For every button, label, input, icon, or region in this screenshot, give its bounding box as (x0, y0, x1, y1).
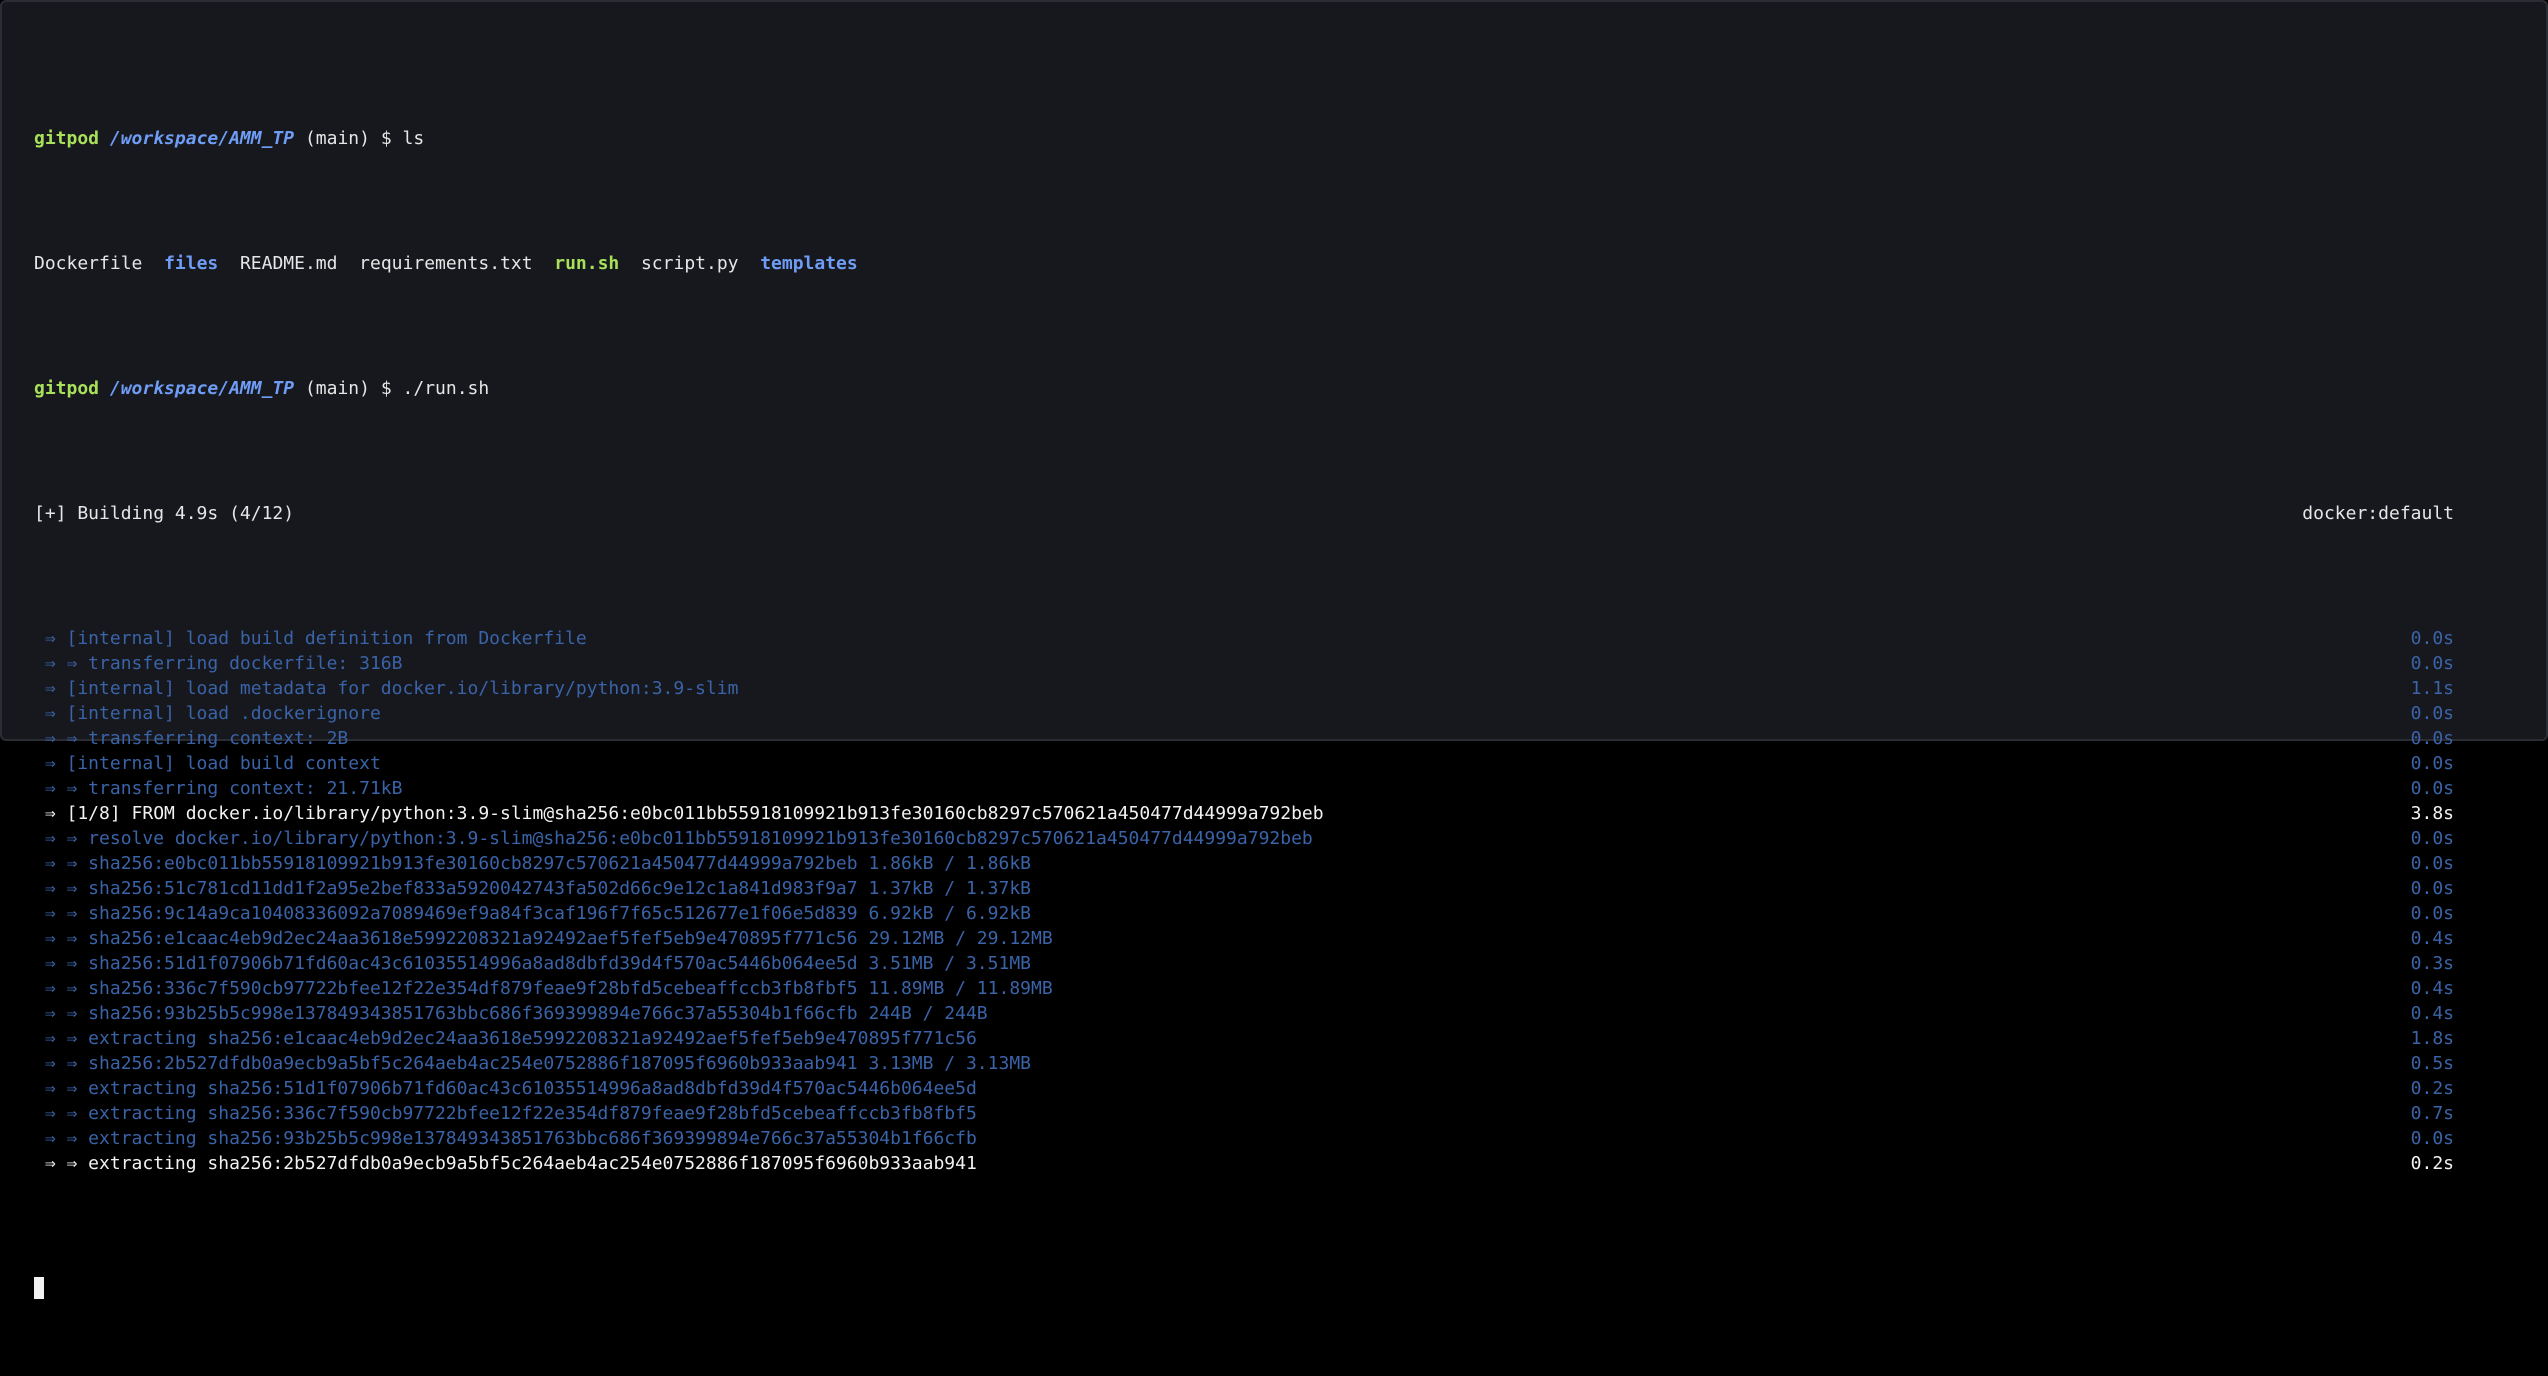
ls-entry: requirements.txt (359, 253, 533, 274)
prompt-symbol: $ (380, 378, 392, 399)
build-step-duration: 1.8s (2410, 1028, 2454, 1049)
build-header-line: [+] Building 4.9s (4/12) docker:default (34, 501, 2454, 526)
prompt-user: gitpod (34, 128, 100, 149)
ls-entry-dir: files (164, 253, 219, 274)
build-step-text: ⇒ ⇒ extracting sha256:e1caac4eb9d2ec24aa… (34, 1028, 977, 1049)
build-step-line: ⇒ ⇒ extracting sha256:2b527dfdb0a9ecb9a5… (34, 1151, 2454, 1176)
build-step-duration: 0.0s (2410, 753, 2454, 774)
ls-entry: README.md (239, 253, 338, 274)
build-step-line: ⇒ ⇒ transferring context: 2B 0.0s (34, 726, 2454, 751)
build-step-text: ⇒ ⇒ sha256:2b527dfdb0a9ecb9a5bf5c264aeb4… (34, 1053, 1031, 1074)
build-step-duration: 0.3s (2410, 953, 2454, 974)
build-step-duration: 0.2s (2410, 1078, 2454, 1099)
build-step-line: ⇒ ⇒ sha256:e0bc011bb55918109921b913fe301… (34, 851, 2454, 876)
build-step-duration: 0.0s (2410, 1128, 2454, 1149)
ls-entry: script.py (640, 253, 739, 274)
build-step-text: ⇒ ⇒ sha256:e0bc011bb55918109921b913fe301… (34, 853, 1031, 874)
build-step-line: ⇒ ⇒ extracting sha256:51d1f07906b71fd60a… (34, 1076, 2454, 1101)
build-step-line: ⇒ [internal] load .dockerignore 0.0s (34, 701, 2454, 726)
build-step-line: ⇒ ⇒ sha256:93b25b5c998e137849343851763bb… (34, 1001, 2454, 1026)
terminal-screen[interactable]: gitpod /workspace/AMM_TP (main) $ ls Doc… (34, 26, 2454, 1376)
build-step-duration: 0.0s (2410, 853, 2454, 874)
prompt-path: /workspace/AMM_TP (109, 378, 295, 399)
build-step-duration: 0.7s (2410, 1103, 2454, 1124)
build-step-duration: 0.4s (2410, 1003, 2454, 1024)
build-step-duration: 0.0s (2410, 778, 2454, 799)
build-step-text: ⇒ ⇒ sha256:93b25b5c998e137849343851763bb… (34, 1003, 988, 1024)
build-step-line: ⇒ ⇒ sha256:51c781cd11dd1f2a95e2bef833a59… (34, 876, 2454, 901)
build-step-line: ⇒ ⇒ sha256:336c7f590cb97722bfee12f22e354… (34, 976, 2454, 1001)
build-step-text: ⇒ ⇒ transferring context: 2B (34, 728, 349, 749)
build-step-text: ⇒ [internal] load build context (34, 753, 381, 774)
build-step-duration: 0.4s (2410, 928, 2454, 949)
build-step-line: ⇒ ⇒ sha256:e1caac4eb9d2ec24aa3618e599220… (34, 926, 2454, 951)
build-step-duration: 3.8s (2410, 803, 2454, 824)
build-step-text: ⇒ ⇒ transferring context: 21.71kB (34, 778, 403, 799)
prompt-branch: (main) (304, 128, 370, 149)
build-step-duration: 0.0s (2410, 728, 2454, 749)
ls-output: Dockerfile files README.md requirements.… (34, 251, 2454, 276)
command-text: ./run.sh (402, 378, 490, 399)
build-step-text: ⇒ ⇒ sha256:51c781cd11dd1f2a95e2bef833a59… (34, 878, 1031, 899)
build-step-duration: 0.0s (2410, 878, 2454, 899)
prompt-symbol: $ (380, 128, 392, 149)
ls-entry-exe: run.sh (554, 253, 620, 274)
build-step-line: ⇒ [internal] load metadata for docker.io… (34, 676, 2454, 701)
prompt-line-run: gitpod /workspace/AMM_TP (main) $ ./run.… (34, 376, 2454, 401)
build-step-duration: 0.0s (2410, 628, 2454, 649)
build-step-text: ⇒ [internal] load metadata for docker.io… (34, 678, 739, 699)
build-step-text: ⇒ ⇒ sha256:e1caac4eb9d2ec24aa3618e599220… (34, 928, 1053, 949)
prompt-user: gitpod (34, 378, 100, 399)
build-step-text: ⇒ [internal] load .dockerignore (34, 703, 381, 724)
build-step-line: ⇒ ⇒ extracting sha256:93b25b5c998e137849… (34, 1126, 2454, 1151)
build-context: docker:default (2302, 503, 2454, 524)
text-cursor (34, 1277, 44, 1299)
prompt-path: /workspace/AMM_TP (109, 128, 295, 149)
build-step-duration: 0.5s (2410, 1053, 2454, 1074)
build-step-line: ⇒ ⇒ transferring dockerfile: 316B 0.0s (34, 651, 2454, 676)
build-step-line: ⇒ ⇒ extracting sha256:336c7f590cb97722bf… (34, 1101, 2454, 1126)
build-header: [+] Building 4.9s (4/12) (34, 503, 295, 524)
cursor-line[interactable] (34, 1276, 2454, 1301)
build-step-line: ⇒ [internal] load build context 0.0s (34, 751, 2454, 776)
prompt-branch: (main) (304, 378, 370, 399)
build-steps: ⇒ [internal] load build definition from … (34, 626, 2454, 1176)
build-step-text: ⇒ ⇒ sha256:336c7f590cb97722bfee12f22e354… (34, 978, 1053, 999)
prompt-line-ls: gitpod /workspace/AMM_TP (main) $ ls (34, 126, 2454, 151)
build-step-line: ⇒ ⇒ extracting sha256:e1caac4eb9d2ec24aa… (34, 1026, 2454, 1051)
build-step-text: ⇒ ⇒ resolve docker.io/library/python:3.9… (34, 828, 1313, 849)
command-text: ls (402, 128, 425, 149)
build-step-line: ⇒ ⇒ sha256:2b527dfdb0a9ecb9a5bf5c264aeb4… (34, 1051, 2454, 1076)
build-step-text: ⇒ ⇒ sha256:9c14a9ca10408336092a7089469ef… (34, 903, 1031, 924)
build-step-text: ⇒ ⇒ extracting sha256:336c7f590cb97722bf… (34, 1103, 977, 1124)
build-step-text: ⇒ ⇒ transferring dockerfile: 316B (34, 653, 403, 674)
build-step-duration: 0.0s (2410, 653, 2454, 674)
build-step-line: ⇒ ⇒ transferring context: 21.71kB 0.0s (34, 776, 2454, 801)
build-step-duration: 0.0s (2410, 903, 2454, 924)
build-step-duration: 0.0s (2410, 703, 2454, 724)
build-step-duration: 0.2s (2410, 1153, 2454, 1174)
build-step-text: ⇒ [1/8] FROM docker.io/library/python:3.… (34, 803, 1324, 824)
build-step-line: ⇒ ⇒ resolve docker.io/library/python:3.9… (34, 826, 2454, 851)
build-step-text: ⇒ ⇒ extracting sha256:51d1f07906b71fd60a… (34, 1078, 977, 1099)
terminal-window[interactable]: gitpod /workspace/AMM_TP (main) $ ls Doc… (0, 0, 2548, 1299)
build-step-text: ⇒ [internal] load build definition from … (34, 628, 587, 649)
build-step-line: ⇒ ⇒ sha256:9c14a9ca10408336092a7089469ef… (34, 901, 2454, 926)
ls-entry: Dockerfile (34, 253, 143, 274)
build-step-duration: 0.4s (2410, 978, 2454, 999)
build-step-line: ⇒ ⇒ sha256:51d1f07906b71fd60ac43c6103551… (34, 951, 2454, 976)
build-step-duration: 1.1s (2410, 678, 2454, 699)
build-step-duration: 0.0s (2410, 828, 2454, 849)
ls-entry-dir: templates (760, 253, 858, 274)
build-step-text: ⇒ ⇒ sha256:51d1f07906b71fd60ac43c6103551… (34, 953, 1031, 974)
build-step-text: ⇒ ⇒ extracting sha256:2b527dfdb0a9ecb9a5… (34, 1153, 977, 1174)
build-step-text: ⇒ ⇒ extracting sha256:93b25b5c998e137849… (34, 1128, 977, 1149)
build-step-line: ⇒ [1/8] FROM docker.io/library/python:3.… (34, 801, 2454, 826)
build-step-line: ⇒ [internal] load build definition from … (34, 626, 2454, 651)
